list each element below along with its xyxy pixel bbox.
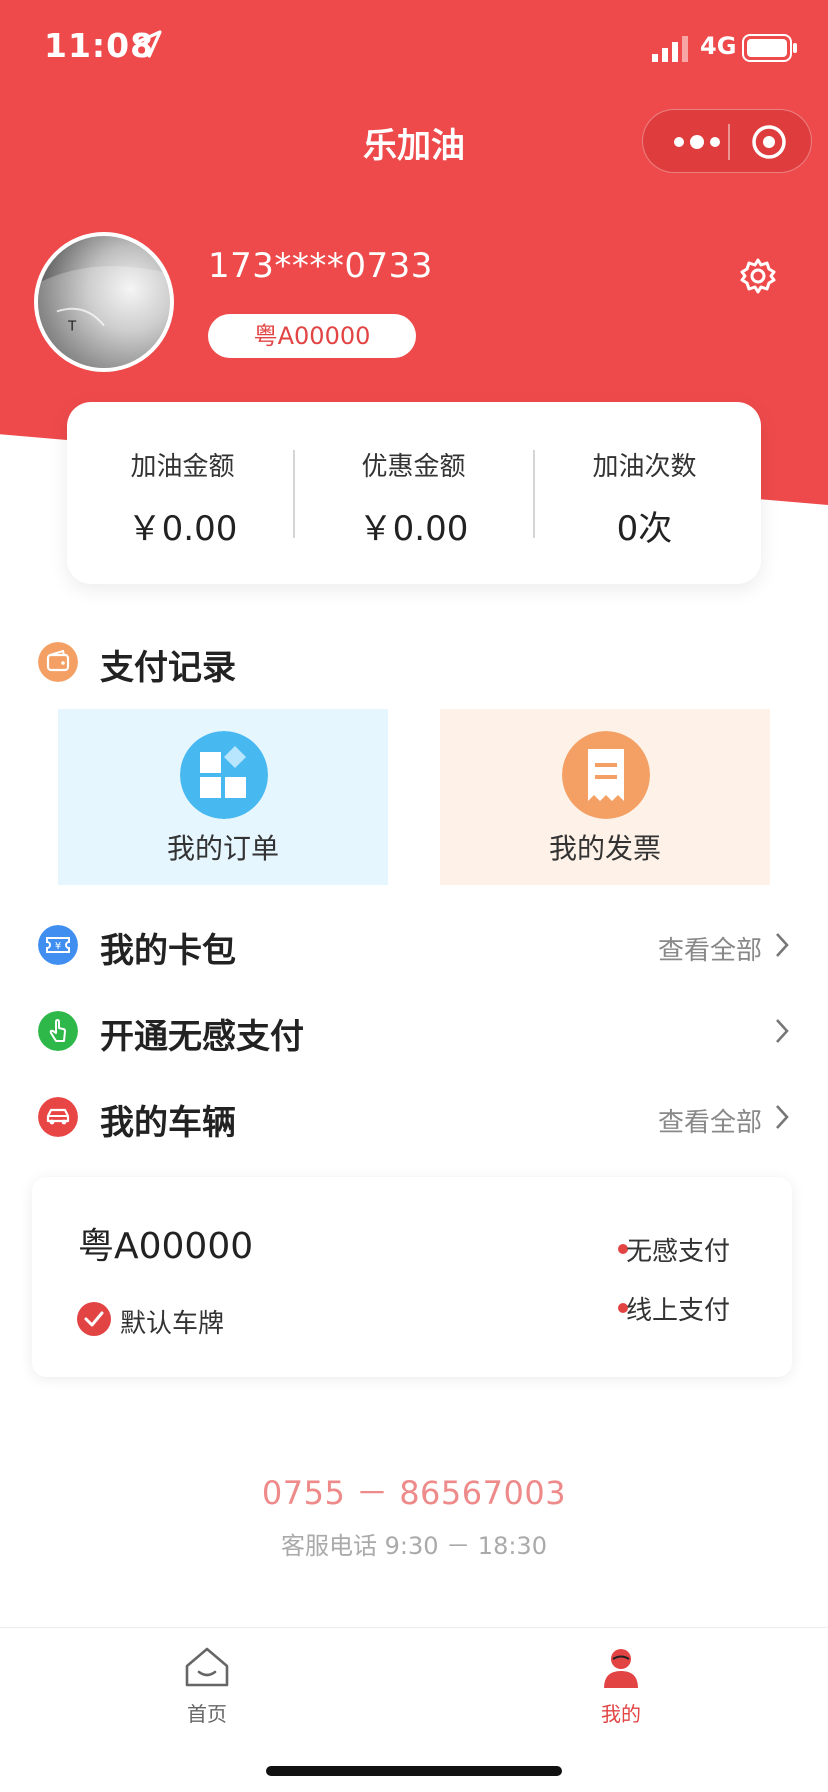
service-hours: 客服电话 9:30 － 18:30 bbox=[281, 1532, 547, 1560]
stats-card: 加油金额 ￥0.00 优惠金额 ￥0.00 加油次数 0次 bbox=[67, 402, 761, 584]
tile-label: 我的发票 bbox=[548, 832, 661, 865]
plate-badge[interactable]: 粤A00000 bbox=[208, 314, 416, 358]
stat-refuel-count: 加油次数 0次 bbox=[529, 446, 760, 550]
stat-value: 0次 bbox=[616, 509, 673, 549]
card-wallet-view-all[interactable]: 查看全部 bbox=[658, 930, 762, 967]
tile-label: 我的订单 bbox=[166, 832, 279, 865]
section-title-card-wallet[interactable]: 我的卡包 bbox=[100, 923, 236, 972]
avatar[interactable]: T bbox=[34, 232, 174, 372]
check-circle-icon[interactable] bbox=[76, 1301, 112, 1337]
payment-method: 线上支付 bbox=[626, 1296, 731, 1326]
car-logo-image: T bbox=[38, 266, 170, 368]
tab-home[interactable]: 首页 bbox=[147, 1644, 267, 1727]
car-icon bbox=[38, 1097, 78, 1137]
stat-value: ￥0.00 bbox=[127, 509, 238, 549]
gear-icon[interactable] bbox=[738, 256, 778, 296]
wallet-icon bbox=[38, 642, 78, 682]
stat-label: 优惠金额 bbox=[361, 452, 466, 482]
section-title-contactless-pay[interactable]: 开通无感支付 bbox=[100, 1009, 304, 1058]
location-arrow-icon bbox=[134, 30, 162, 58]
my-orders-tile[interactable]: 我的订单 bbox=[58, 709, 388, 885]
stat-label: 加油金额 bbox=[130, 452, 235, 482]
battery-icon bbox=[742, 34, 797, 62]
chevron-right-icon[interactable] bbox=[772, 1016, 792, 1046]
svg-text:¥: ¥ bbox=[55, 941, 61, 952]
hotline-number[interactable]: 0755 － 86567003 bbox=[0, 1468, 828, 1514]
stat-discount-amount: 优惠金额 ￥0.00 bbox=[298, 446, 529, 550]
chevron-right-icon[interactable] bbox=[772, 1102, 792, 1132]
tab-mine[interactable]: 我的 bbox=[561, 1644, 681, 1727]
vehicle-plate: 粤A00000 bbox=[78, 1226, 254, 1267]
more-icon[interactable] bbox=[667, 130, 727, 154]
receipt-icon bbox=[562, 731, 650, 819]
vehicle-card[interactable]: 粤A00000 默认车牌 无感支付 线上支付 bbox=[32, 1177, 792, 1377]
network-type: 4G bbox=[700, 32, 737, 60]
tab-label: 我的 bbox=[601, 1702, 641, 1726]
section-title-payment-records: 支付记录 bbox=[100, 648, 236, 688]
capsule-divider bbox=[728, 124, 730, 160]
grid-icon bbox=[180, 731, 268, 819]
stat-label: 加油次数 bbox=[592, 452, 697, 482]
stat-divider bbox=[293, 450, 295, 538]
home-indicator bbox=[266, 1766, 562, 1776]
ticket-icon: ¥ bbox=[38, 925, 78, 965]
section-title-vehicles[interactable]: 我的车辆 bbox=[100, 1095, 236, 1144]
status-bar: 11:08 4G bbox=[0, 0, 828, 100]
signal-icon bbox=[652, 36, 688, 62]
vehicles-view-all[interactable]: 查看全部 bbox=[658, 1102, 762, 1139]
tab-label: 首页 bbox=[187, 1702, 227, 1726]
stat-refuel-amount: 加油金额 ￥0.00 bbox=[67, 446, 298, 550]
tap-finger-icon bbox=[38, 1011, 78, 1051]
svg-text:T: T bbox=[67, 319, 77, 334]
my-invoices-tile[interactable]: 我的发票 bbox=[440, 709, 770, 885]
mini-program-capsule bbox=[642, 109, 812, 173]
chevron-right-icon[interactable] bbox=[772, 930, 792, 960]
payment-method: 无感支付 bbox=[626, 1237, 731, 1267]
close-mini-program-icon[interactable] bbox=[751, 124, 787, 160]
default-plate-label: 默认车牌 bbox=[120, 1309, 225, 1339]
person-icon bbox=[604, 1649, 638, 1688]
home-icon bbox=[185, 1647, 229, 1687]
stat-value: ￥0.00 bbox=[358, 509, 469, 549]
user-phone: 173****0733 bbox=[208, 246, 433, 286]
